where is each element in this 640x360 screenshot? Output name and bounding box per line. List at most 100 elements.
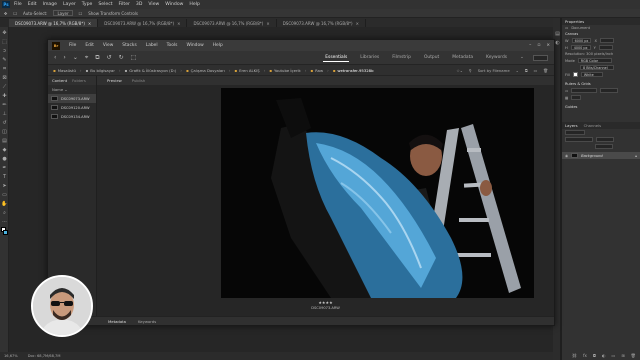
hand-tool-icon[interactable]: ✋ bbox=[1, 200, 8, 207]
crop-tool-icon[interactable]: ⌗ bbox=[1, 65, 8, 72]
menu-image[interactable]: Image bbox=[43, 2, 57, 7]
marquee-tool-icon[interactable]: ⬚ bbox=[1, 38, 8, 45]
br-menu-tools[interactable]: Tools bbox=[167, 43, 178, 48]
sort-dropdown[interactable]: Sort by Filename bbox=[478, 68, 510, 73]
adjustment-layer-icon[interactable]: ◐ bbox=[602, 353, 606, 358]
br-menu-help[interactable]: Help bbox=[213, 43, 223, 48]
mask-icon[interactable]: ◘ bbox=[593, 353, 596, 358]
auto-select-checkbox[interactable]: ☐ bbox=[13, 11, 17, 16]
eyedropper-tool-icon[interactable]: ⟋ bbox=[1, 83, 8, 90]
fill-percent-field[interactable] bbox=[595, 144, 613, 149]
transform-checkbox[interactable]: ☐ bbox=[79, 11, 83, 16]
crumb-wetransfer[interactable]: ▪ wetransfer-95328b bbox=[333, 68, 374, 73]
close-icon[interactable]: × bbox=[177, 21, 180, 26]
color-swatches-icon[interactable] bbox=[0, 227, 9, 237]
tab-keywords[interactable]: Keywords bbox=[138, 319, 156, 324]
fx-icon[interactable]: fx bbox=[583, 353, 587, 358]
blur-tool-icon[interactable]: ◆ bbox=[1, 146, 8, 153]
menu-window[interactable]: Window bbox=[165, 2, 183, 7]
healing-tool-icon[interactable]: ✚ bbox=[1, 92, 8, 99]
crumb-drive-d[interactable]: ▪ Grafik & İllüstrasyon (D:) bbox=[125, 68, 177, 73]
menu-view[interactable]: View bbox=[148, 2, 159, 7]
grid-icon[interactable]: ▦ bbox=[565, 96, 568, 100]
ruler-icon[interactable]: ▭ bbox=[565, 89, 568, 93]
filter-icon[interactable]: ⚲ bbox=[469, 68, 472, 73]
refine-icon[interactable]: ⌖ bbox=[85, 54, 88, 62]
path-select-tool-icon[interactable]: ➤ bbox=[1, 182, 8, 189]
x-field[interactable] bbox=[599, 38, 614, 43]
ruler-units-dropdown[interactable] bbox=[600, 88, 619, 93]
preview-photo[interactable] bbox=[221, 88, 534, 298]
eraser-tool-icon[interactable]: ◫ bbox=[1, 128, 8, 135]
maximize-icon[interactable]: ▫ bbox=[537, 43, 540, 48]
back-icon[interactable]: ‹ bbox=[54, 54, 56, 61]
list-item[interactable]: DSC09073.ARW bbox=[48, 94, 96, 103]
name-column-header[interactable]: Name ⌄ bbox=[48, 85, 96, 94]
dodge-tool-icon[interactable]: ● bbox=[1, 155, 8, 162]
tab-folders[interactable]: Folders bbox=[72, 78, 86, 83]
menu-select[interactable]: Select bbox=[98, 2, 112, 7]
br-menu-file[interactable]: File bbox=[69, 43, 76, 48]
layer-row-background[interactable]: ◉ Background 🔒︎ bbox=[562, 152, 640, 159]
lasso-tool-icon[interactable]: ↄ bbox=[1, 47, 8, 54]
tab-document-3[interactable]: DSC09073.ARW @ 16,7% (RGB/8*) × bbox=[187, 19, 277, 27]
open-recent-icon[interactable]: ⧉ bbox=[525, 68, 528, 73]
height-field[interactable]: 4000 px bbox=[570, 45, 591, 50]
menu-layer[interactable]: Layer bbox=[63, 2, 76, 7]
history-brush-tool-icon[interactable]: ↺ bbox=[1, 119, 8, 126]
brush-tool-icon[interactable]: ✏ bbox=[1, 101, 8, 108]
sort-direction-icon[interactable]: ⌄ bbox=[516, 68, 519, 73]
crumb-eren[interactable]: ▪ Eren ALKIŞ bbox=[234, 68, 259, 73]
br-menu-label[interactable]: Label bbox=[146, 43, 158, 48]
crumb-calisma[interactable]: ▪ Çalışma Dosyaları bbox=[186, 68, 225, 73]
ws-metadata[interactable]: Metadata bbox=[450, 54, 475, 62]
forward-icon[interactable]: › bbox=[63, 54, 65, 61]
group-icon[interactable]: ▭ bbox=[612, 353, 616, 358]
menu-edit[interactable]: Edit bbox=[28, 2, 37, 7]
gradient-tool-icon[interactable]: ▤ bbox=[1, 137, 8, 144]
tab-metadata[interactable]: Metadata bbox=[108, 319, 126, 324]
mode-dropdown[interactable]: RGB Color bbox=[577, 58, 612, 63]
tab-content[interactable]: Content bbox=[52, 78, 67, 83]
y-field[interactable] bbox=[598, 45, 613, 50]
close-icon[interactable]: × bbox=[266, 21, 269, 26]
zoom-level[interactable]: 16,67% bbox=[4, 354, 18, 358]
tab-document-1[interactable]: DSC09073.ARW @ 16,7% (RGB/8*) × bbox=[9, 19, 99, 27]
blend-mode-dropdown[interactable] bbox=[565, 137, 593, 142]
trash-icon[interactable]: 🗑︎ bbox=[631, 353, 636, 358]
camera-import-icon[interactable]: ⧉ bbox=[95, 54, 99, 62]
open-in-camera-raw-icon[interactable]: ⬚ bbox=[131, 54, 137, 61]
close-icon[interactable]: × bbox=[546, 43, 550, 48]
layer-kind-filter[interactable] bbox=[565, 130, 585, 135]
rotate-right-icon[interactable]: ↻ bbox=[119, 54, 124, 61]
ws-output[interactable]: Output bbox=[422, 54, 441, 62]
br-menu-edit[interactable]: Edit bbox=[85, 43, 94, 48]
menu-help[interactable]: Help bbox=[189, 2, 199, 7]
channels-tab[interactable]: Channels bbox=[584, 123, 602, 128]
lock-icon[interactable]: 🔒︎ bbox=[635, 154, 637, 158]
rotate-left-icon[interactable]: ↺ bbox=[107, 54, 112, 61]
link-layers-icon[interactable]: ⛓︎ bbox=[572, 353, 577, 358]
list-item[interactable]: DSC09134.ARW bbox=[48, 112, 96, 121]
bridge-search-input[interactable] bbox=[532, 54, 548, 61]
close-icon[interactable]: × bbox=[88, 21, 91, 26]
crumb-desktop[interactable]: ▪ Masaüstü bbox=[53, 68, 76, 73]
visibility-eye-icon[interactable]: ◉ bbox=[565, 154, 568, 158]
recent-files-icon[interactable]: ⌄ bbox=[73, 54, 78, 61]
move-tool-icon[interactable]: ✥ bbox=[1, 29, 8, 36]
ws-keywords[interactable]: Keywords bbox=[484, 54, 509, 62]
ws-essentials[interactable]: Essentials bbox=[323, 54, 350, 62]
close-icon[interactable]: × bbox=[356, 21, 359, 26]
new-layer-icon[interactable]: ⊞ bbox=[621, 353, 624, 358]
menu-file[interactable]: File bbox=[14, 2, 22, 7]
tab-publish[interactable]: Publish bbox=[132, 78, 146, 83]
depth-dropdown[interactable]: 8 Bits/Channel bbox=[580, 65, 614, 70]
crumb-raw[interactable]: ▪ Raw bbox=[310, 68, 323, 73]
auto-select-target-dropdown[interactable]: Layer bbox=[53, 10, 73, 16]
more-tools-icon[interactable]: ··· bbox=[1, 218, 8, 225]
properties-title[interactable]: Properties bbox=[565, 19, 584, 24]
adjustments-panel-icon[interactable]: ◐ bbox=[554, 39, 561, 46]
quick-select-tool-icon[interactable]: ✎ bbox=[1, 56, 8, 63]
br-menu-stacks[interactable]: Stacks bbox=[122, 43, 136, 48]
shape-tool-icon[interactable]: ▭ bbox=[1, 191, 8, 198]
